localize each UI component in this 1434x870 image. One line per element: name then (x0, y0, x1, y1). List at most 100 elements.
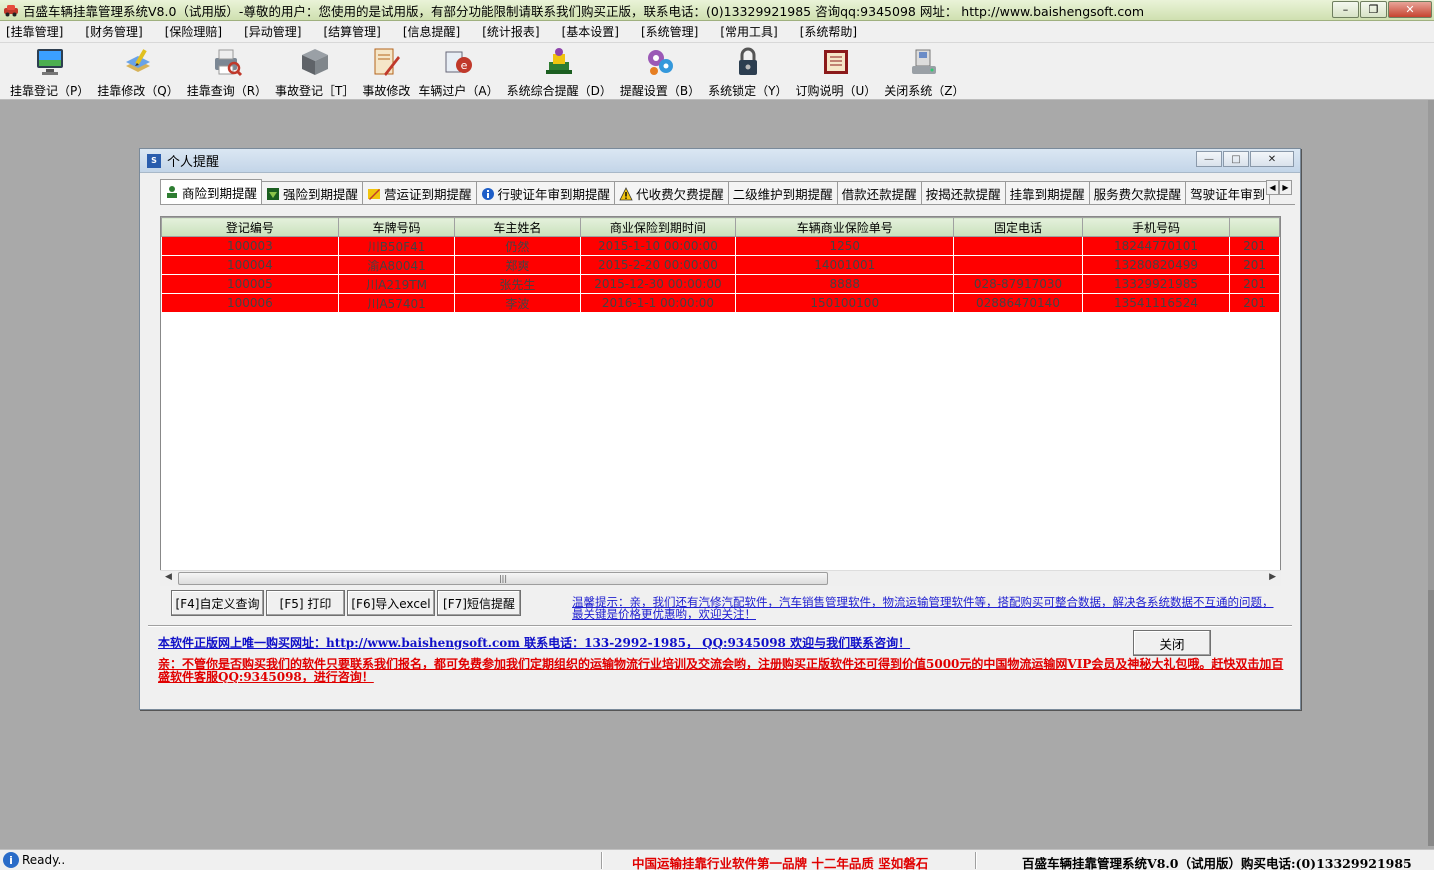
menu-finance[interactable]: [财务管理] (85, 23, 142, 40)
table-cell: 18244770101 (1081, 236, 1231, 256)
tab-service-fee-arrears[interactable]: 服务费欠款提醒 (1088, 181, 1187, 204)
menu-reminders[interactable]: [信息提醒] (403, 23, 460, 40)
print-button[interactable]: [F5] 打印 (266, 590, 345, 616)
accident-register-button[interactable]: 事故登记［T］ (271, 43, 358, 99)
reminder-settings-button[interactable]: 提醒设置（B） (616, 43, 704, 99)
close-button[interactable]: 关闭 (1133, 630, 1211, 656)
settings-icon (647, 50, 673, 75)
column-header[interactable]: 固定电话 (953, 217, 1083, 237)
table-cell: 13280820499 (1081, 255, 1231, 275)
table-row[interactable]: 100003 川B50F41 仍然 2015-1-10 00:00:00 125… (161, 236, 1280, 256)
menu-settlement[interactable]: [结算管理] (324, 23, 381, 40)
accident-modify-button[interactable]: 事故修改 (358, 43, 414, 99)
scroll-right-arrow-icon[interactable]: ▶ (1269, 572, 1276, 582)
purchase-link[interactable]: 本软件正版网上唯一购买网址：http://www.baishengsoft.co… (158, 634, 910, 651)
close-window-button[interactable]: ✕ (1388, 1, 1432, 18)
scrollbar-thumb[interactable]: ||| (178, 572, 828, 585)
column-header[interactable]: 车主姓名 (454, 217, 581, 237)
table-row[interactable]: 100004 渝A80041 郑爽 2015-2-20 00:00:00 140… (161, 255, 1280, 275)
tab-fee-arrears[interactable]: 代收费欠费提醒 (614, 181, 729, 204)
table-cell: 川B50F41 (337, 236, 456, 256)
tab-secondary-maintenance[interactable]: 二级维护到期提醒 (727, 181, 838, 204)
tab-loan-repayment[interactable]: 借款还款提醒 (836, 181, 922, 204)
table-cell: 100004 (161, 255, 339, 275)
menu-reports[interactable]: [统计报表] (482, 23, 539, 40)
transfer-button[interactable]: e 车辆过户（A） (414, 43, 502, 99)
exit-icon (912, 49, 937, 74)
tab-scroll-left-button[interactable]: ◀ (1266, 180, 1279, 195)
dialog-maximize-button[interactable]: □ (1223, 151, 1249, 167)
menu-tools[interactable]: [常用工具] (720, 23, 777, 40)
restore-button[interactable]: ❐ (1360, 1, 1387, 18)
table-cell: 150100100 (735, 293, 955, 313)
dialog-close-button[interactable]: ✕ (1250, 151, 1294, 167)
system-lock-label: 系统锁定（Y） (708, 84, 788, 98)
menu-guakao[interactable]: [挂靠管理] (6, 23, 63, 40)
tab-label: 服务费欠款提醒 (1093, 187, 1182, 202)
register-label: 挂靠登记（P） (10, 84, 90, 98)
table-cell: 川A219TM (337, 274, 456, 294)
tab-compulsory-insurance[interactable]: 强险到期提醒 (261, 181, 364, 204)
info-icon (481, 187, 494, 200)
column-header[interactable]: 车牌号码 (337, 217, 456, 237)
tab-driving-license-review[interactable]: 行驶证年审到期提醒 (475, 181, 616, 204)
exit-system-label: 关闭系统（Z） (884, 84, 965, 98)
background-scrollbar[interactable] (1428, 590, 1434, 846)
table-cell: 2015-12-30 00:00:00 (579, 274, 737, 294)
tab-scroll-buttons: ◀ ▶ (1266, 180, 1292, 195)
system-reminder-label: 系统综合提醒（D） (506, 84, 612, 98)
tab-operation-permit[interactable]: 营运证到期提醒 (362, 181, 477, 204)
menu-system[interactable]: [系统管理] (641, 23, 698, 40)
order-info-button[interactable]: 订购说明（U） (791, 43, 880, 99)
order-info-label: 订购说明（U） (795, 84, 877, 98)
tab-commercial-insurance[interactable]: 商险到期提醒 (160, 179, 263, 204)
column-header[interactable]: 车辆商业保险单号 (735, 217, 955, 237)
transfer-label: 车辆过户（A） (418, 84, 499, 98)
tip-link[interactable]: 温馨提示：亲，我们还有汽修汽配软件，汽车销售管理软件，物流运输管理软件等，搭配购… (572, 596, 1277, 620)
tab-label: 行驶证年审到期提醒 (497, 187, 611, 202)
status-separator (601, 852, 603, 869)
custom-query-button[interactable]: [F4]自定义查询 (171, 590, 264, 616)
menu-help[interactable]: [系统帮助] (800, 23, 857, 40)
alert-icon (546, 48, 573, 74)
modify-button[interactable]: 挂靠修改（Q） (93, 43, 182, 99)
minimize-button[interactable]: – (1332, 1, 1359, 18)
tab-mortgage-repayment[interactable]: 按揭还款提醒 (920, 181, 1006, 204)
modify-label: 挂靠修改（Q） (97, 84, 179, 98)
exit-system-button[interactable]: 关闭系统（Z） (880, 43, 968, 99)
title-bar: 百盛车辆挂靠管理系统V8.0（试用版）-尊敬的用户：您使用的是试用版，有部分功能… (0, 0, 1434, 21)
table-cell: 8888 (735, 274, 955, 294)
table-cell: 2015-2-20 00:00:00 (579, 255, 737, 275)
horizontal-scrollbar[interactable]: ◀ ||| ▶ (160, 570, 1281, 586)
column-header[interactable] (1229, 217, 1280, 237)
query-button[interactable]: 挂靠查询（R） (183, 43, 271, 99)
scroll-left-arrow-icon[interactable]: ◀ (165, 572, 172, 582)
tab-affiliation-expiry[interactable]: 挂靠到期提醒 (1004, 181, 1090, 204)
table-row[interactable]: 100005 川A219TM 张先生 2015-12-30 00:00:00 8… (161, 274, 1280, 294)
table-cell: 201 (1229, 274, 1280, 294)
column-header[interactable]: 商业保险到期时间 (579, 217, 737, 237)
tab-label: 借款还款提醒 (841, 187, 917, 202)
menu-insurance[interactable]: [保险理赔] (165, 23, 222, 40)
tab-label: 驾驶证年审到 (1190, 187, 1266, 202)
dialog-minimize-button[interactable]: — (1196, 151, 1222, 167)
system-lock-button[interactable]: 系统锁定（Y） (704, 43, 791, 99)
reminder-grid[interactable]: 登记编号 车牌号码 车主姓名 商业保险到期时间 车辆商业保险单号 固定电话 手机… (160, 216, 1281, 586)
tab-driver-license-review[interactable]: 驾驶证年审到 (1185, 181, 1271, 204)
tab-label: 营运证到期提醒 (384, 187, 472, 202)
menu-basic-settings[interactable]: [基本设置] (562, 23, 619, 40)
register-button[interactable]: 挂靠登记（P） (6, 43, 93, 99)
export-excel-button[interactable]: [F6]导入excel (347, 590, 435, 616)
tab-scroll-right-button[interactable]: ▶ (1279, 180, 1292, 195)
status-separator (975, 852, 977, 869)
menu-change[interactable]: [异动管理] (244, 23, 301, 40)
column-header[interactable]: 登记编号 (161, 217, 339, 237)
sms-reminder-button[interactable]: [F7]短信提醒 (437, 590, 521, 616)
column-header[interactable]: 手机号码 (1081, 217, 1231, 237)
system-reminder-button[interactable]: 系统综合提醒（D） (503, 43, 616, 99)
promo-link[interactable]: 亲：不管你是否购买我们的软件只要联系我们报名，都可免费参加我们定期组织的运输物流… (158, 658, 1293, 684)
tab-label: 按揭还款提醒 (925, 187, 1001, 202)
table-row[interactable]: 100006 川A57401 李波 2016-1-1 00:00:00 1501… (161, 293, 1280, 313)
reminder-tabs: 商险到期提醒 强险到期提醒 营运证到期提醒 行驶证年审到期提醒 代收费欠费提醒 … (160, 179, 1295, 205)
info-icon: i (3, 852, 19, 868)
